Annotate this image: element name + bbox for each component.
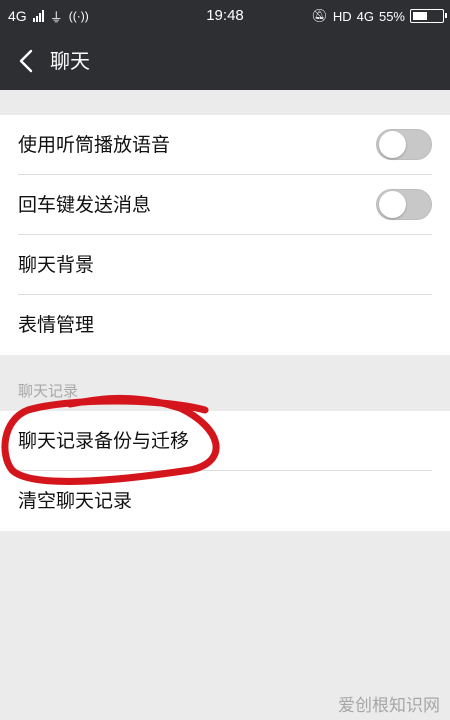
back-button[interactable]	[12, 46, 40, 76]
chevron-left-icon	[19, 49, 33, 73]
setting-enter-send[interactable]: 回车键发送消息	[0, 175, 450, 235]
mute-icon: 🔕︎	[311, 8, 328, 23]
item-label: 清空聊天记录	[18, 490, 133, 512]
watermark-text: 爱创根知识网	[338, 696, 440, 716]
battery-fill	[413, 12, 427, 20]
section-label-chat-history: 聊天记录	[18, 382, 79, 400]
network-label: 4G	[8, 8, 27, 24]
chat-history-group: 聊天记录备份与迁移 清空聊天记录	[0, 411, 450, 531]
status-right: 🔕︎ HD 4G 55%	[311, 0, 447, 32]
chat-backup-migrate-item[interactable]: 聊天记录备份与迁移	[0, 411, 450, 471]
setting-sticker-management[interactable]: 表情管理	[0, 295, 450, 355]
clear-chat-history-item[interactable]: 清空聊天记录	[0, 471, 450, 531]
setting-label: 表情管理	[18, 314, 95, 336]
status-bar: 4G ⏚ ((·)) 19:48 🔕︎ HD 4G 55%	[0, 0, 450, 32]
signal-icon	[32, 10, 44, 22]
usb-icon: ⏚	[49, 9, 63, 25]
battery-icon	[410, 9, 447, 23]
hotspot-icon: ((·))	[68, 9, 89, 23]
item-label: 聊天记录备份与迁移	[18, 430, 190, 452]
hd-label: HD	[332, 8, 352, 24]
network-right-label: 4G	[356, 8, 374, 24]
setting-chat-background[interactable]: 聊天背景	[0, 235, 450, 295]
setting-label: 回车键发送消息	[18, 194, 152, 216]
status-left: 4G ⏚ ((·))	[8, 0, 89, 32]
page-title: 聊天	[50, 49, 90, 73]
setting-earpiece-voice[interactable]: 使用听筒播放语音	[0, 115, 450, 175]
setting-label: 使用听筒播放语音	[18, 134, 171, 156]
red-circle-annotation	[1, 394, 220, 485]
settings-group: 使用听筒播放语音 回车键发送消息 聊天背景 表情管理	[0, 115, 450, 355]
toggle-knob	[379, 191, 406, 218]
earpiece-voice-toggle[interactable]	[376, 129, 432, 160]
enter-send-toggle[interactable]	[376, 189, 432, 220]
toggle-knob	[379, 131, 406, 158]
nav-bar: 聊天	[0, 32, 450, 90]
battery-percent: 55%	[378, 8, 405, 24]
setting-label: 聊天背景	[18, 254, 95, 276]
